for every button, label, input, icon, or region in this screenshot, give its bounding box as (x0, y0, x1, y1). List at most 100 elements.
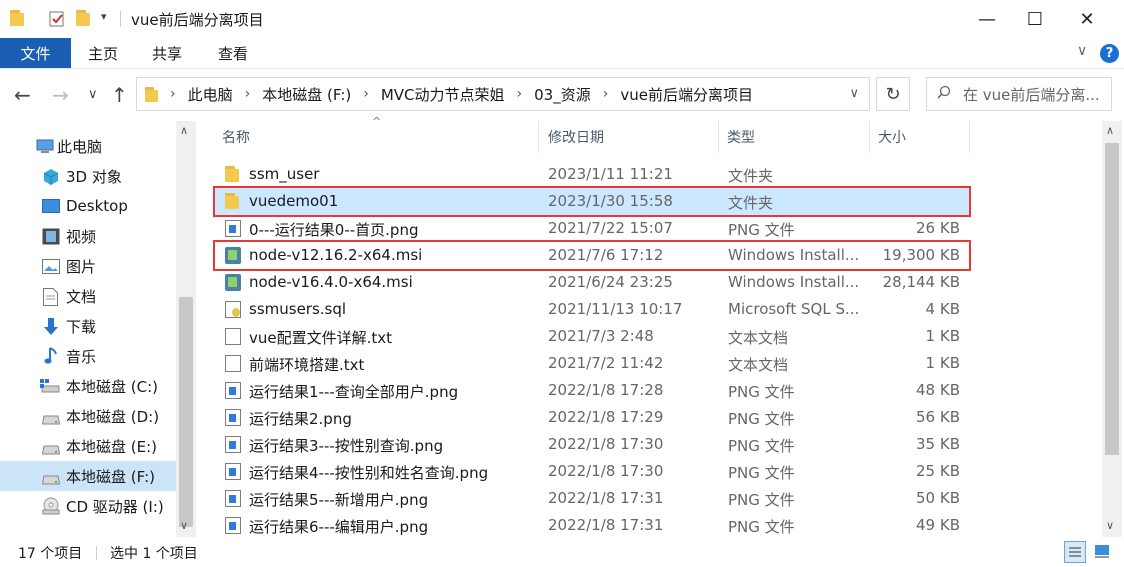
desktop-icon (42, 199, 60, 215)
breadcrumb-current-folder[interactable]: vue前后端分离项目 (620, 84, 753, 105)
refresh-button[interactable]: ↻ (876, 77, 910, 111)
column-type[interactable]: 类型 (727, 121, 755, 153)
breadcrumb-separator[interactable]: › (363, 86, 369, 102)
file-row[interactable]: 前端环境搭建.txt 2021/7/2 11:42 文本文档 1 KB (215, 350, 970, 377)
file-row[interactable]: 运行结果1---查询全部用户.png 2022/1/8 17:28 PNG 文件 48… (215, 377, 970, 404)
breadcrumb-this-pc[interactable]: 此电脑 (188, 84, 233, 105)
nav-item-downloads[interactable]: 下载 (0, 311, 176, 341)
column-divider[interactable] (538, 121, 539, 153)
file-row[interactable]: 运行结果5---新增用户.png 2022/1/8 17:31 PNG 文件 50 K… (215, 485, 970, 512)
up-button[interactable]: ↑ (111, 83, 128, 107)
scroll-up-icon[interactable]: ∧ (1106, 124, 1114, 137)
column-divider[interactable] (869, 121, 870, 153)
nav-item-videos[interactable]: 视频 (0, 221, 176, 251)
expand-ribbon-icon[interactable]: ∨ (1077, 43, 1087, 59)
new-folder-icon[interactable] (76, 10, 90, 26)
item-count: 17 个项目 (18, 546, 83, 562)
properties-icon[interactable] (48, 10, 66, 27)
folder-icon (10, 10, 24, 26)
search-icon (937, 85, 951, 103)
scroll-thumb[interactable] (1105, 143, 1119, 455)
file-row[interactable]: vue配置文件详解.txt 2021/7/3 2:48 文本文档 1 KB (215, 323, 970, 350)
address-dropdown-button[interactable]: ∨ (849, 86, 859, 101)
music-icon (44, 347, 62, 364)
nav-item-pictures[interactable]: 图片 (0, 251, 176, 281)
search-input[interactable]: 在 vue前后端分离... (926, 77, 1112, 111)
maximize-button[interactable]: ☐ (1012, 0, 1058, 38)
tab-view[interactable]: 查看 (218, 38, 248, 68)
file-row[interactable]: ssmusers.sql 2021/11/13 10:17 Microsoft SQ… (215, 296, 970, 323)
file-row[interactable]: vuedemo01 2023/1/30 15:58 文件夹 (215, 188, 970, 215)
column-date-modified[interactable]: 修改日期 (548, 121, 604, 153)
file-row[interactable]: ssm_user 2023/1/11 11:21 文件夹 (215, 161, 970, 188)
file-size: 35 KB (916, 435, 960, 453)
file-size: 1 KB (925, 354, 960, 372)
file-row[interactable]: 运行结果3---按性别查询.png 2022/1/8 17:30 PNG 文件 35 … (215, 431, 970, 458)
scroll-up-icon[interactable]: ∧ (180, 124, 188, 137)
customize-quick-access-icon[interactable]: ▾ (101, 10, 107, 23)
nav-scrollbar[interactable]: ∧ ∨ (176, 121, 196, 537)
column-divider[interactable] (718, 121, 719, 153)
breadcrumb-separator[interactable]: › (603, 86, 609, 102)
file-name: 0---运行结果0--首页.png (249, 221, 419, 239)
close-button[interactable]: ✕ (1064, 0, 1110, 38)
large-icons-view-button[interactable] (1092, 541, 1114, 563)
pictures-icon (42, 259, 60, 275)
help-button[interactable]: ? (1100, 44, 1119, 63)
nav-item-documents[interactable]: 文档 (0, 281, 176, 311)
breadcrumb-separator[interactable]: › (245, 86, 251, 102)
scroll-down-icon[interactable]: ∨ (1106, 519, 1114, 532)
png-file-icon (225, 490, 241, 507)
back-button[interactable]: ← (14, 83, 31, 107)
folder-icon (145, 86, 158, 102)
minimize-button[interactable]: — (964, 0, 1010, 38)
nav-item-desktop[interactable]: Desktop (0, 191, 176, 221)
tab-home[interactable]: 主页 (88, 38, 118, 68)
nav-item-drive-f[interactable]: 本地磁盘 (F:) (0, 461, 176, 491)
details-view-button[interactable] (1064, 541, 1086, 563)
file-row[interactable]: node-v16.4.0-x64.msi 2021/6/24 23:25 Windo… (215, 269, 970, 296)
drive-icon (41, 471, 61, 487)
nav-item-drive-c[interactable]: 本地磁盘 (C:) (0, 371, 176, 401)
png-file-icon (225, 463, 241, 480)
file-date-modified: 2021/7/22 15:07 (548, 219, 673, 237)
msi-installer-icon (225, 274, 241, 291)
file-size: 28,144 KB (882, 273, 960, 291)
breadcrumb-separator[interactable]: › (517, 86, 523, 102)
column-size[interactable]: 大小 (878, 121, 906, 153)
nav-item-cd-drive[interactable]: CD 驱动器 (I:) (0, 491, 176, 521)
ribbon: 文件 主页 共享 查看 ∨ ? (0, 38, 1124, 69)
scroll-down-icon[interactable]: ∨ (180, 519, 188, 532)
file-row[interactable]: 运行结果4---按性别和姓名查询.png 2022/1/8 17:30 PNG 文件… (215, 458, 970, 485)
address-bar[interactable]: › 此电脑 › 本地磁盘 (F:) › MVC动力节点荣姐 › 03_资源 › … (136, 77, 870, 111)
file-row[interactable]: 运行结果6---编辑用户.png 2022/1/8 17:31 PNG 文件 49 K… (215, 512, 970, 539)
nav-item-this-pc[interactable]: 此电脑 (0, 131, 176, 161)
file-size: 56 KB (916, 408, 960, 426)
recent-locations-button[interactable]: ∨ (88, 87, 98, 102)
tab-share[interactable]: 共享 (152, 38, 182, 68)
png-file-icon (225, 409, 241, 426)
nav-item-drive-e[interactable]: 本地磁盘 (E:) (0, 431, 176, 461)
tab-file[interactable]: 文件 (0, 38, 71, 68)
breadcrumb-separator[interactable]: › (170, 86, 176, 102)
file-date-modified: 2022/1/8 17:28 (548, 381, 664, 399)
column-divider[interactable] (969, 121, 970, 153)
nav-item-drive-d[interactable]: 本地磁盘 (D:) (0, 401, 176, 431)
nav-item-music[interactable]: 音乐 (0, 341, 176, 371)
breadcrumb-mvc-folder[interactable]: MVC动力节点荣姐 (381, 84, 505, 105)
file-row[interactable]: node-v12.16.2-x64.msi 2021/7/6 17:12 Windo… (215, 242, 970, 269)
file-row[interactable]: 0---运行结果0--首页.png 2021/7/22 15:07 PNG 文件 26… (215, 215, 970, 242)
file-size: 26 KB (916, 219, 960, 237)
file-size: 25 KB (916, 462, 960, 480)
title-divider (120, 11, 121, 27)
file-row[interactable]: 运行结果2.png 2022/1/8 17:29 PNG 文件 56 KB (215, 404, 970, 431)
search-placeholder: 在 vue前后端分离... (963, 85, 1100, 104)
breadcrumb-drive-f[interactable]: 本地磁盘 (F:) (262, 84, 351, 105)
file-list-scrollbar[interactable]: ∧ ∨ (1102, 121, 1122, 537)
column-name[interactable]: 名称 (222, 121, 250, 153)
nav-item-3d-objects[interactable]: 3D 对象 (0, 161, 176, 191)
forward-button[interactable]: → (52, 83, 69, 107)
breadcrumb-resources[interactable]: 03_资源 (534, 84, 591, 105)
scroll-thumb[interactable] (179, 297, 193, 527)
file-type: PNG 文件 (728, 491, 795, 509)
